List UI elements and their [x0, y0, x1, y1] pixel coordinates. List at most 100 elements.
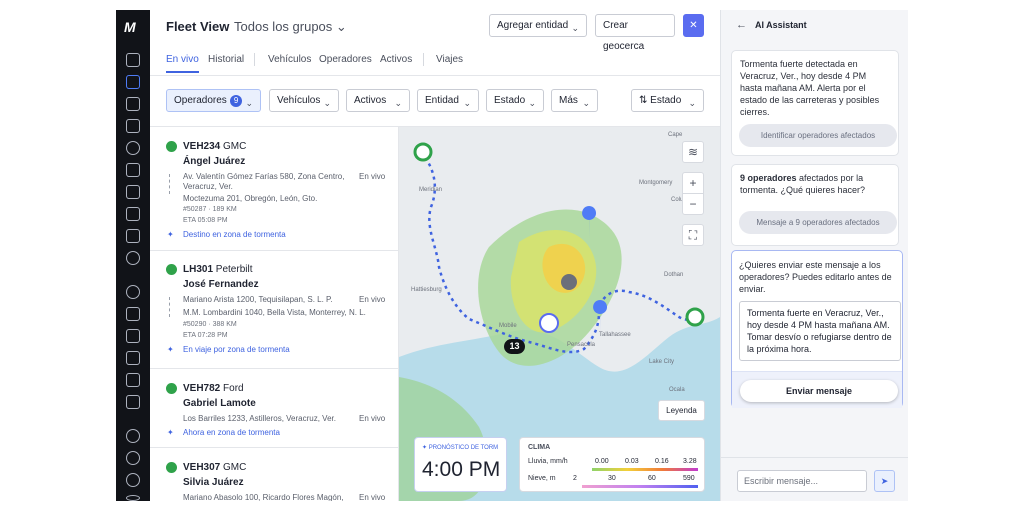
search-icon[interactable]	[126, 53, 140, 67]
document-icon[interactable]	[126, 185, 140, 199]
operators-filter-label: Operadores	[174, 95, 227, 106]
operators-filter[interactable]: Operadores 9 ⌄	[166, 89, 261, 112]
fullscreen-button[interactable]: ⛶	[682, 224, 704, 246]
more-filter[interactable]: Más ⌄	[551, 89, 598, 112]
vehicle-list: VEH234 GMC Ángel Juárez Av. Valentín Góm…	[150, 127, 399, 501]
list-item[interactable]: VEH782 Ford Gabriel Lamote Los Barriles …	[150, 369, 398, 448]
close-button[interactable]: ✕	[683, 14, 704, 37]
card-icon[interactable]	[126, 207, 140, 221]
create-geofence-button[interactable]: Crear geocerca	[595, 14, 675, 52]
ai-assistant-panel: ← AI Assistant Tormenta fuerte detectada…	[720, 10, 908, 501]
sort-label: Estado	[650, 95, 682, 106]
sort-button[interactable]: ⇅ Estado ⌄	[631, 89, 704, 112]
map-place-label: Hattiesburg	[411, 287, 442, 293]
vehicle-cluster-marker[interactable]: 13	[504, 339, 525, 354]
driver-name: José Fernandez	[183, 279, 259, 290]
current-address: Mariano Abasolo 100, Ricardo Flores Magó…	[183, 493, 344, 501]
message-draft-card: ¿Quieres enviar este mensaje a los opera…	[731, 250, 903, 408]
map-place-label: Mobile	[499, 323, 517, 329]
map-place-label: Cape	[668, 132, 683, 138]
identify-operators-button[interactable]: Identificar operadores afectados	[739, 124, 897, 147]
snow-label: Nieve, m	[528, 475, 556, 482]
chat-input[interactable]: Escribir mensaje...	[737, 470, 867, 492]
map-place-label: Meridian	[419, 187, 443, 193]
tab-vehiculos[interactable]: Vehículos	[268, 54, 311, 65]
shield-icon[interactable]	[126, 97, 140, 111]
status-dot-icon	[166, 264, 177, 275]
layers-icon[interactable]	[126, 373, 140, 387]
sparkle-icon: ✦	[167, 345, 174, 354]
image-icon[interactable]	[126, 119, 140, 133]
snow-scale	[582, 485, 698, 488]
help-icon[interactable]	[126, 451, 140, 465]
profile-icon[interactable]	[126, 495, 140, 501]
origin-address: Av. Valentín Gómez Farías 580, Zona Cent…	[183, 172, 345, 181]
vehicle-id: LH301 Peterbilt	[183, 264, 253, 275]
message-operators-button[interactable]: Mensaje a 9 operadores afectados	[739, 211, 897, 234]
assistant-message-text: 9 operadores afectados por la tormenta. …	[740, 172, 890, 196]
trip-meta: #50287 · 189 KM	[183, 206, 237, 213]
tab-historial[interactable]: Historial	[208, 54, 244, 65]
status-text: En vivo	[359, 295, 386, 304]
filter-bar: Operadores 9 ⌄ Vehículos ⌄ Activos ⌄ Entidad…	[150, 76, 720, 127]
map-place-label: Pensacola	[567, 342, 596, 348]
map-view[interactable]: Cape Montgomery Columbus Meridian Dothan…	[399, 127, 720, 501]
notifications-icon[interactable]	[126, 473, 140, 487]
send-message-button[interactable]: Enviar mensaje	[740, 380, 898, 402]
bell-ring-icon[interactable]	[126, 285, 140, 299]
weather-title: CLIMA	[528, 444, 551, 451]
map-icon[interactable]	[126, 75, 140, 89]
tab-operadores[interactable]: Operadores	[319, 54, 372, 65]
origin-address: Mariano Arista 1200, Tequisilapan, S. L.…	[183, 295, 333, 304]
group-selector[interactable]: Todos los grupos ⌄	[234, 19, 347, 35]
chart-icon[interactable]	[126, 351, 140, 365]
zoom-in-button[interactable]: +	[682, 172, 704, 194]
assets-filter[interactable]: Activos ⌄	[346, 89, 410, 112]
status-filter[interactable]: Estado ⌄	[486, 89, 544, 112]
chevron-down-icon: ⌄	[688, 98, 696, 108]
driver-name: Ángel Juárez	[183, 156, 246, 167]
fuel-icon[interactable]	[126, 163, 140, 177]
status-filter-label: Estado	[494, 95, 526, 106]
tab-activos[interactable]: Activos	[380, 54, 412, 65]
add-entity-button[interactable]: Agregar entidad ⌄	[489, 14, 587, 37]
tab-en-vivo[interactable]: En vivo	[166, 54, 199, 73]
zoom-out-button[interactable]: −	[682, 193, 704, 215]
driver-name: Silvia Juárez	[183, 477, 244, 488]
origin-address-line2: Veracruz, Ver.	[183, 182, 233, 191]
nav-rail: M	[116, 10, 150, 501]
send-icon[interactable]: ➤	[874, 470, 895, 492]
copy-icon[interactable]	[126, 307, 140, 321]
rain-tick: 3.28	[683, 458, 697, 465]
team-icon[interactable]	[126, 429, 140, 443]
layers-button[interactable]: ≋	[682, 141, 704, 163]
map-place-label: Lake City	[649, 359, 675, 365]
puzzle-icon[interactable]	[126, 229, 140, 243]
chevron-down-icon: ⌄	[582, 98, 590, 108]
back-arrow-icon[interactable]: ←	[736, 19, 747, 31]
draft-message-field[interactable]: Tormenta fuerte en Veracruz, Ver., hoy d…	[739, 301, 901, 361]
storm-alert: Destino en zona de tormenta	[183, 230, 286, 239]
sparkle-icon: ✦	[167, 230, 174, 239]
operators-count-badge: 9	[229, 95, 243, 107]
location-icon[interactable]	[126, 251, 140, 265]
report-icon[interactable]	[126, 329, 140, 343]
assistant-title: AI Assistant	[755, 20, 807, 30]
tab-viajes[interactable]: Viajes	[436, 54, 463, 65]
vehicles-filter[interactable]: Vehículos ⌄	[269, 89, 339, 112]
sparkle-icon: ✦	[422, 445, 429, 451]
briefcase-icon[interactable]	[126, 395, 140, 409]
status-text: En vivo	[359, 493, 386, 501]
list-item[interactable]: VEH234 GMC Ángel Juárez Av. Valentín Góm…	[150, 127, 398, 251]
chevron-down-icon: ⌄	[528, 98, 536, 108]
assistant-message-text: Tormenta fuerte detectada en Veracruz, V…	[740, 59, 880, 117]
status-text: En vivo	[359, 414, 386, 423]
entity-filter[interactable]: Entidad ⌄	[417, 89, 479, 112]
main-area: Fleet View Todos los grupos ⌄ Agregar en…	[150, 10, 720, 501]
forecast-card[interactable]: ✦ PRONÓSTICO DE TORM 4:00 PM	[414, 437, 507, 492]
list-item[interactable]: VEH307 GMC Silvia Juárez Mariano Abasolo…	[150, 448, 398, 501]
entity-filter-label: Entidad	[425, 95, 459, 106]
list-item[interactable]: LH301 Peterbilt José Fernandez Mariano A…	[150, 251, 398, 369]
user-icon[interactable]	[126, 141, 140, 155]
legend-button[interactable]: Leyenda	[658, 400, 705, 421]
